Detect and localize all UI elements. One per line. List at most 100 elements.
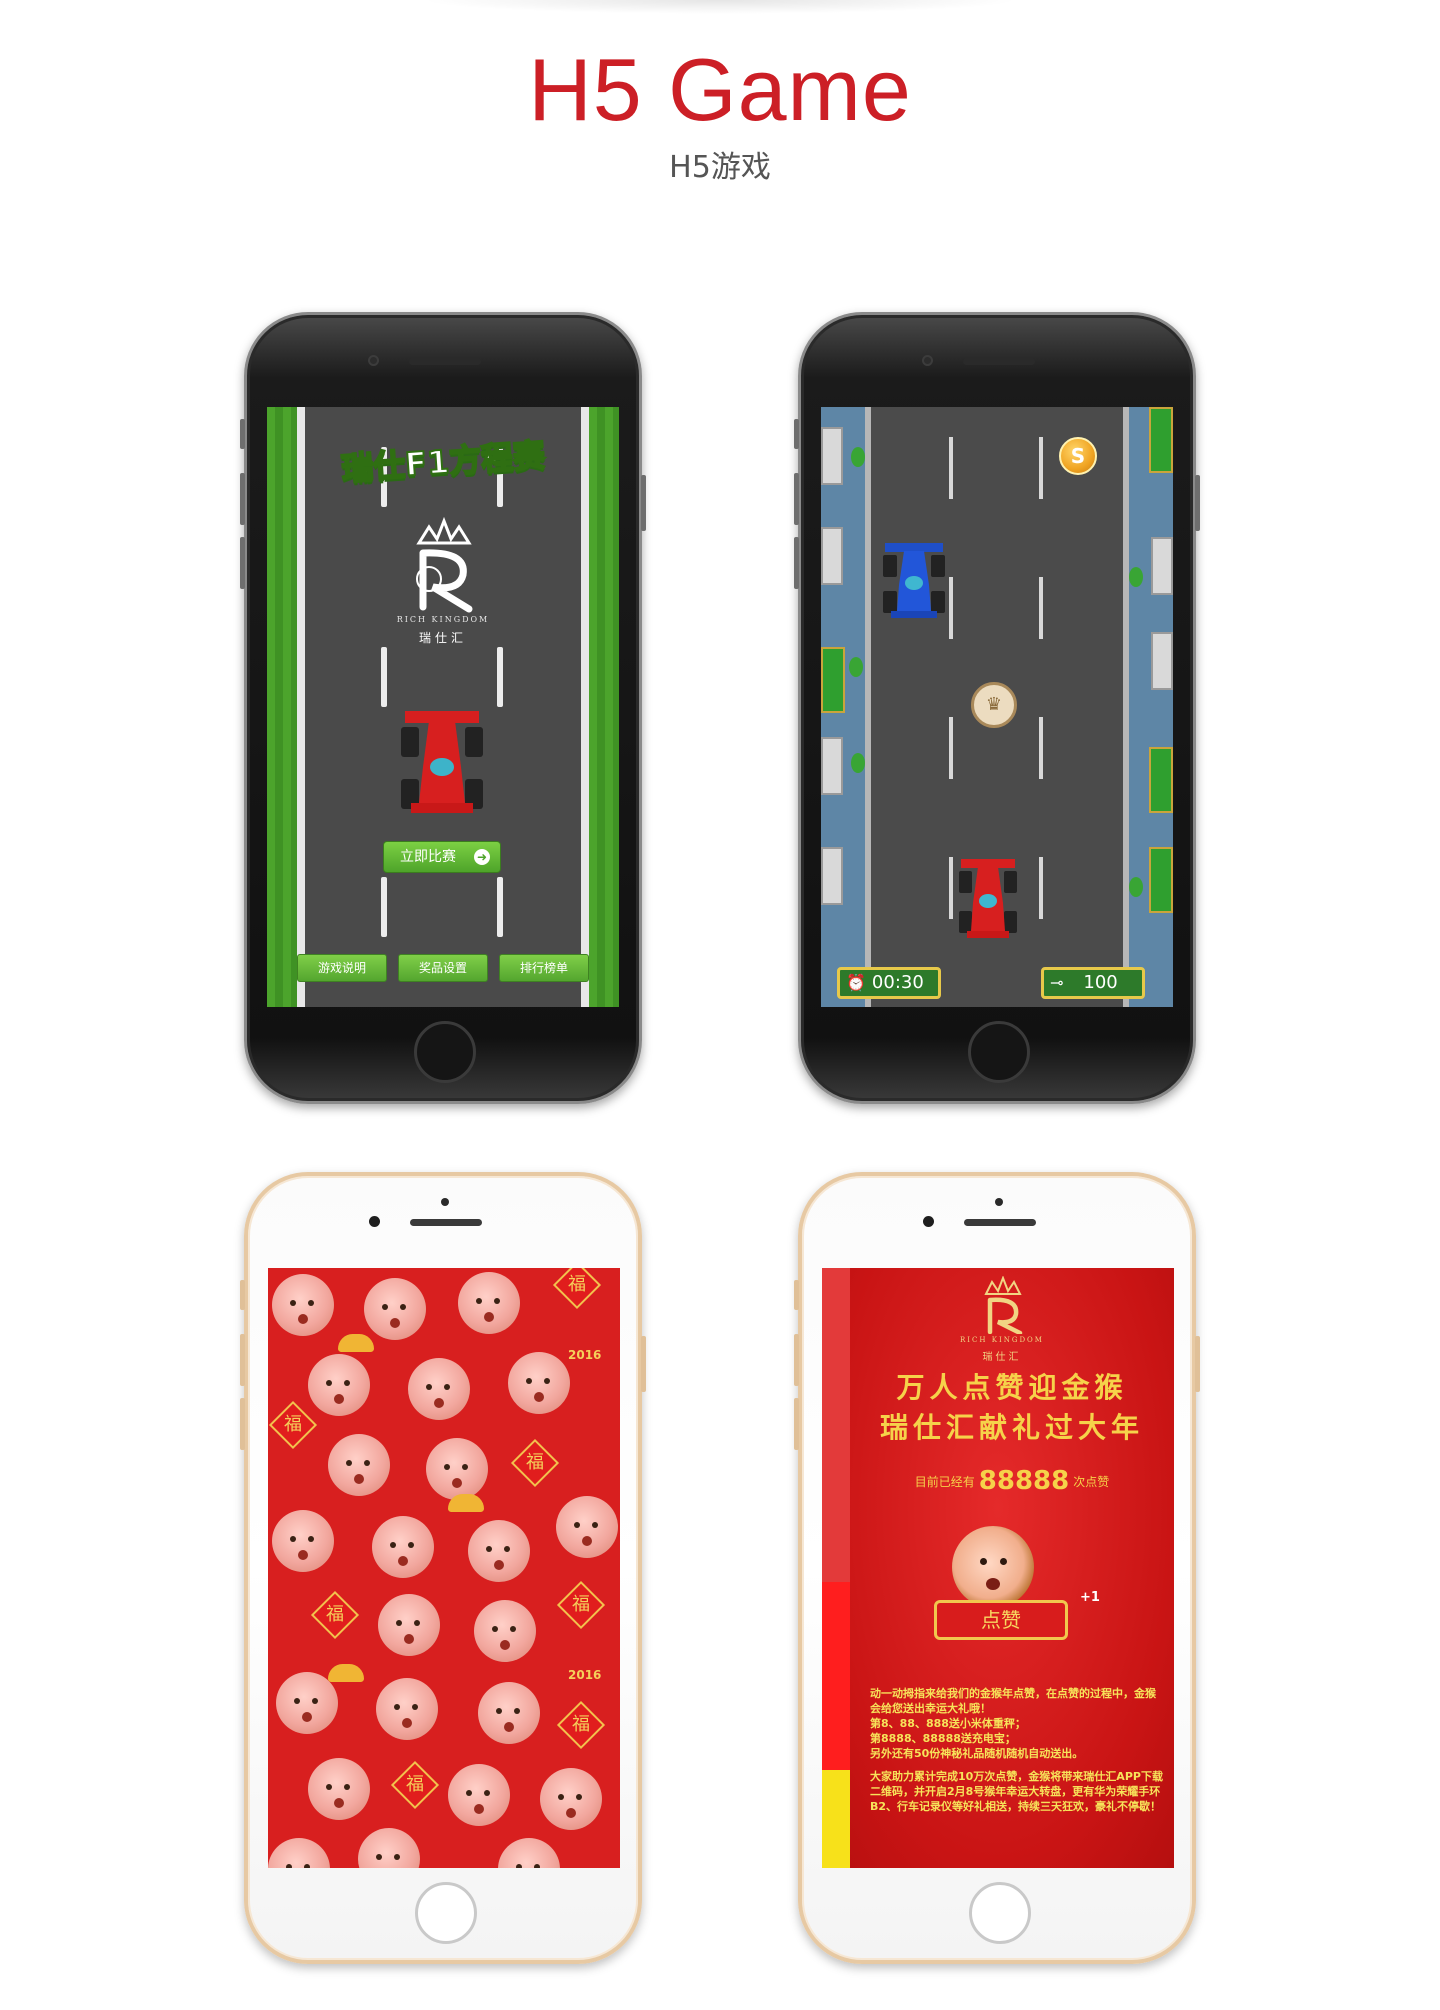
like-counter-value: 88888 bbox=[978, 1466, 1070, 1496]
earpiece-speaker bbox=[964, 1219, 1036, 1226]
prize-settings-button[interactable]: 奖品设置 bbox=[398, 954, 488, 982]
lane-marking bbox=[1039, 717, 1043, 779]
monkey-face-icon bbox=[378, 1594, 440, 1656]
brand-chinese: 瑞仕汇 bbox=[982, 1352, 1022, 1363]
mute-switch bbox=[794, 419, 799, 449]
monkey-face-icon bbox=[448, 1764, 510, 1826]
like-campaign-screen: RICH KINGDOM 瑞仕汇 万人点赞迎金猴 瑞仕汇献礼过大年 目前已经有 8… bbox=[822, 1268, 1174, 1868]
game-rules-button[interactable]: 游戏说明 bbox=[297, 954, 387, 982]
monkey-face-icon bbox=[426, 1438, 488, 1500]
phone-mockup-3: 福 福 福 福 福 福 福 2016 2016 bbox=[240, 1172, 646, 1964]
monkey-face-icon bbox=[308, 1354, 370, 1416]
description-paragraph: 动一动拇指来给我们的金猴年点赞，在点赞的过程中，金猴会给您送出幸运大礼哦！ 第8… bbox=[870, 1687, 1156, 1760]
fu-charm: 福 bbox=[556, 1700, 606, 1750]
brand-token-icon: ♛ bbox=[971, 682, 1017, 728]
campaign-headline: 万人点赞迎金猴 瑞仕汇献礼过大年 bbox=[850, 1368, 1174, 1448]
building bbox=[1151, 632, 1173, 690]
timer-value: 00:30 bbox=[871, 972, 924, 993]
brand-english: RICH KINGDOM bbox=[396, 615, 490, 624]
like-button[interactable]: 点赞 bbox=[934, 1600, 1068, 1640]
volume-down-button bbox=[794, 1398, 799, 1450]
lane-marking bbox=[949, 437, 953, 499]
blue-race-car-icon bbox=[883, 543, 945, 618]
monkey-face-icon bbox=[508, 1352, 570, 1414]
monkey-face-icon bbox=[372, 1516, 434, 1578]
curb-left bbox=[865, 407, 871, 1007]
lane-marking bbox=[497, 647, 503, 707]
lane-marking bbox=[1039, 857, 1043, 919]
proximity-sensor bbox=[995, 1198, 1003, 1206]
fu-charm: 福 bbox=[510, 1438, 560, 1488]
home-button bbox=[415, 1882, 477, 1944]
mute-switch bbox=[240, 1280, 245, 1310]
monkey-face-icon bbox=[272, 1274, 334, 1336]
earpiece-speaker bbox=[963, 358, 1035, 365]
monkey-face-icon bbox=[474, 1600, 536, 1662]
like-counter: 目前已经有 88888 次点赞 bbox=[850, 1466, 1174, 1496]
f1-gameplay-screen: S ♛ ⏰ 00:30 ⊸ 100 bbox=[821, 407, 1173, 1007]
curb-right bbox=[1123, 407, 1129, 1007]
monkey-face-icon bbox=[328, 1434, 390, 1496]
description-paragraph: 大家助力累计完成10万次点赞，金猴将带来瑞仕汇APP下载二维码，并开启2月8号猴… bbox=[870, 1770, 1163, 1813]
brand-english: RICH KINGDOM bbox=[960, 1336, 1044, 1344]
mute-switch bbox=[794, 1280, 799, 1310]
game-title: 瑞仕F1方程赛 bbox=[339, 435, 547, 489]
brand-chinese: 瑞仕汇 bbox=[418, 631, 467, 645]
tree-icon bbox=[1129, 567, 1143, 587]
lane-marking bbox=[1039, 577, 1043, 639]
volume-down-button bbox=[240, 1398, 245, 1450]
volume-down-button bbox=[240, 537, 245, 589]
front-camera bbox=[923, 1216, 934, 1227]
f1-start-screen: 瑞仕F1方程赛 RICH KINGDOM 瑞仕汇 立即比赛 ➜ 游戏说明 奖品设… bbox=[267, 407, 619, 1007]
monkey-face-icon bbox=[376, 1678, 438, 1740]
building bbox=[821, 737, 843, 795]
page-title: H5 Game bbox=[528, 40, 912, 139]
lane-marking bbox=[381, 647, 387, 707]
monkey-face-icon bbox=[358, 1828, 420, 1868]
front-camera bbox=[369, 1216, 380, 1227]
earpiece-speaker bbox=[410, 1219, 482, 1226]
lane-marking bbox=[949, 717, 953, 779]
grass-left bbox=[267, 407, 297, 1007]
rich-kingdom-logo bbox=[984, 1276, 1023, 1334]
power-button bbox=[641, 475, 646, 531]
leaderboard-button[interactable]: 排行榜单 bbox=[499, 954, 589, 982]
score-value: 100 bbox=[1083, 972, 1118, 993]
lane-marking bbox=[1039, 437, 1043, 499]
monkey-face-icon bbox=[308, 1758, 370, 1820]
like-counter-suffix: 次点赞 bbox=[1073, 1475, 1110, 1489]
monkey-face-icon bbox=[498, 1838, 560, 1868]
gold-ingot bbox=[338, 1334, 374, 1352]
grass-right bbox=[589, 407, 619, 1007]
campaign-description: 动一动拇指来给我们的金猴年点赞，在点赞的过程中，金猴会给您送出幸运大礼哦！ 第8… bbox=[870, 1686, 1166, 1822]
start-race-button[interactable]: 立即比赛 ➜ bbox=[383, 841, 501, 873]
like-counter-prefix: 目前已经有 bbox=[914, 1475, 975, 1489]
lawn bbox=[821, 647, 845, 713]
monkey-face-icon bbox=[458, 1272, 520, 1334]
sidewalk-right bbox=[1123, 407, 1173, 1007]
gold-ingot bbox=[328, 1664, 364, 1682]
monkey-face-icon bbox=[556, 1496, 618, 1558]
year-badge: 2016 bbox=[568, 1348, 602, 1362]
monkey-face-icon bbox=[468, 1520, 530, 1582]
headline-line-2: 瑞仕汇献礼过大年 bbox=[879, 1411, 1144, 1444]
lane-marking bbox=[949, 857, 953, 919]
road-edge-left bbox=[297, 407, 305, 1007]
key-icon: ⊸ bbox=[1050, 973, 1064, 992]
power-button bbox=[1195, 1336, 1200, 1392]
arrow-right-icon: ➜ bbox=[474, 849, 490, 865]
lawn bbox=[1149, 847, 1173, 913]
rich-kingdom-logo bbox=[416, 516, 473, 613]
building bbox=[1151, 537, 1173, 595]
volume-down-button bbox=[794, 537, 799, 589]
start-race-label: 立即比赛 bbox=[400, 849, 456, 865]
monkey-face-icon bbox=[268, 1838, 330, 1868]
front-camera bbox=[922, 355, 933, 366]
volume-up-button bbox=[240, 473, 245, 525]
volume-up-button bbox=[794, 473, 799, 525]
golden-monkey-icon bbox=[952, 1526, 1034, 1608]
red-race-car-icon bbox=[401, 711, 483, 813]
lane-marking bbox=[497, 877, 503, 937]
progress-meter-base bbox=[822, 1770, 850, 1868]
monkey-face-icon bbox=[408, 1358, 470, 1420]
